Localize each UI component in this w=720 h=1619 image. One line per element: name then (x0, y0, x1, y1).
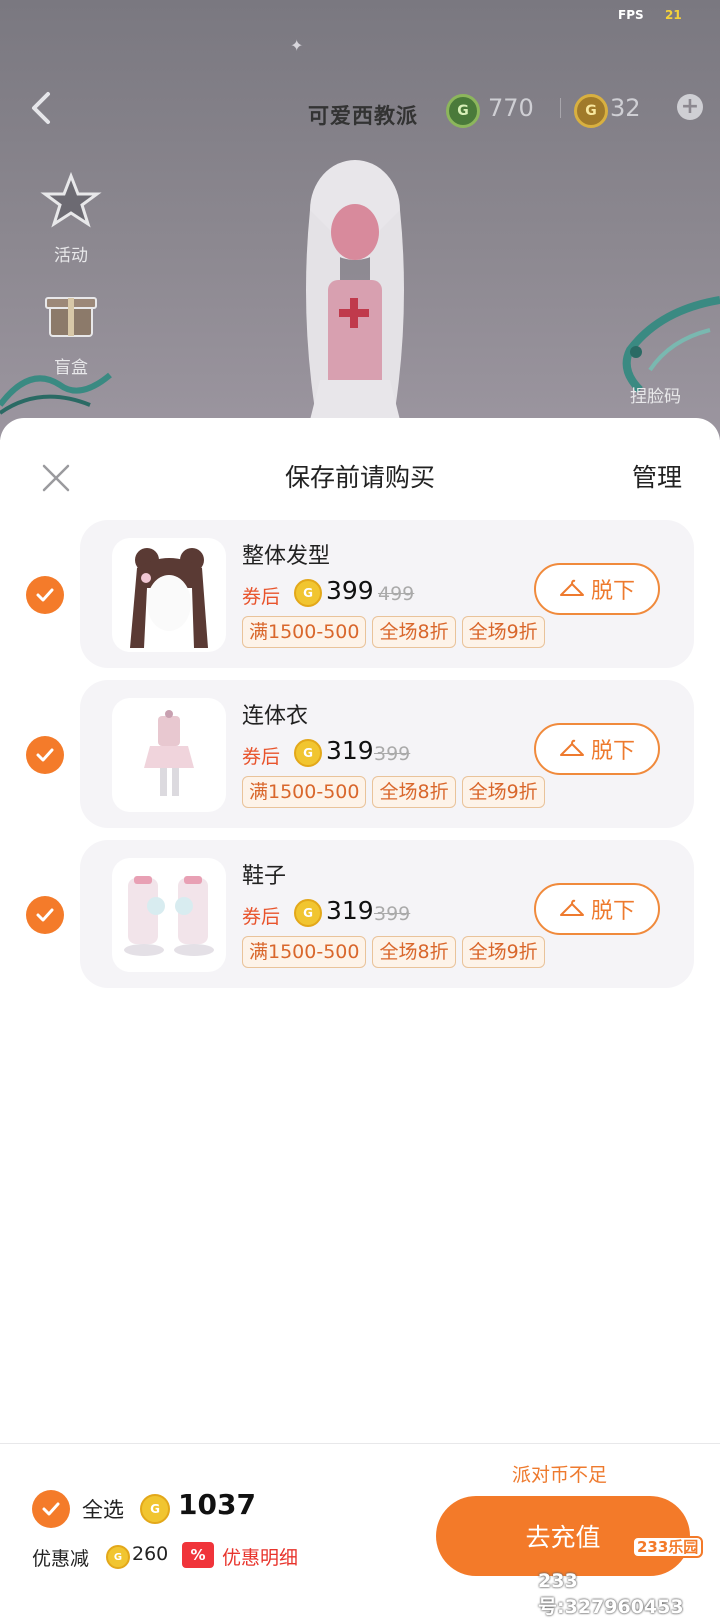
jumpsuit-image (144, 710, 194, 796)
percent-badge-icon: % (182, 1542, 214, 1568)
item-checkbox[interactable] (26, 896, 64, 934)
sparkle-icon: ✦ (290, 36, 304, 55)
manage-button[interactable]: 管理 (632, 458, 682, 494)
gold-currency-amount: 32 (610, 94, 641, 122)
item-thumbnail (112, 698, 226, 812)
discount-tag: 满1500-500 (242, 616, 367, 648)
checkmark-icon (36, 748, 54, 762)
after-coupon-label: 券后 (242, 586, 281, 608)
sheet-title: 保存前请购买 (284, 463, 435, 492)
take-off-button[interactable]: 脱下 (534, 723, 660, 775)
dragon-decoration (0, 372, 112, 415)
discount-tag: 全场8折 (372, 616, 456, 648)
discount-label: 优惠减 (32, 1548, 90, 1570)
take-off-button[interactable]: 脱下 (534, 883, 660, 935)
cart-item: 连体衣 券后 G 319 399 满1500-500 全场8折 全场9折 脱下 (0, 680, 720, 828)
fps-value: 21 (665, 8, 682, 22)
star-icon (40, 171, 102, 228)
after-coupon-label: 券后 (242, 746, 281, 768)
game-scene: FPS 21 ✦ 可爱西教派 G 770 G 32 + 活动 盲盒 捏脸码 (0, 0, 720, 440)
coin-icon: G (106, 1545, 130, 1569)
checkout-bar: 派对币不足 全选 G 1037 优惠减 G 260 % 优惠明细 去充值 233… (0, 1443, 720, 1618)
item-name: 连体衣 (242, 704, 309, 729)
discount-tags: 满1500-500 全场8折 全场9折 (242, 616, 545, 648)
cart-item: 整体发型 券后 G 399 499 满1500-500 全场8折 全场9折 脱下 (0, 520, 720, 668)
player-name: 可爱西教派 (308, 104, 418, 128)
coin-icon: G (140, 1494, 170, 1524)
item-card: 鞋子 券后 G 319 399 满1500-500 全场8折 全场9折 脱下 (80, 840, 694, 988)
item-thumbnail (112, 858, 226, 972)
item-price: 319 (326, 896, 374, 925)
take-off-button[interactable]: 脱下 (534, 563, 660, 615)
hanger-icon (559, 739, 584, 756)
hanger-icon (559, 579, 584, 596)
item-thumbnail (112, 538, 226, 652)
total-price: 1037 (178, 1488, 256, 1521)
discount-tag: 全场9折 (461, 776, 545, 808)
insufficient-coins-notice: 派对币不足 (512, 1464, 608, 1486)
watermark-logo: 233乐园 (632, 1536, 704, 1558)
discount-tag: 满1500-500 (242, 776, 367, 808)
item-card: 连体衣 券后 G 319 399 满1500-500 全场8折 全场9折 脱下 (80, 680, 694, 828)
hair-image (130, 548, 208, 648)
watermark-id: 233号:327960453 (538, 1570, 684, 1618)
coin-icon: G (294, 899, 322, 927)
take-off-label: 脱下 (590, 579, 635, 604)
gold-coin-icon: G (574, 94, 608, 128)
pinch-face-label: 捏脸码 (630, 387, 681, 407)
discount-detail-link[interactable]: 优惠明细 (222, 1543, 298, 1570)
purchase-sheet: 保存前请购买 管理 整体发型 券后 G 399 499 满1500-500 全场… (0, 418, 720, 1600)
add-currency-button[interactable]: + (677, 94, 703, 120)
take-off-label: 脱下 (590, 739, 635, 764)
gift-box-icon (45, 297, 97, 337)
item-price: 319 (326, 736, 374, 765)
green-coin-icon: G (446, 94, 480, 128)
coin-icon: G (294, 579, 322, 607)
currency-divider (560, 98, 561, 118)
item-price: 399 (326, 576, 374, 605)
select-all-label[interactable]: 全选 (82, 1494, 124, 1524)
discount-tag: 全场8折 (372, 936, 456, 968)
select-all-checkbox[interactable] (32, 1490, 70, 1528)
discount-tags: 满1500-500 全场8折 全场9折 (242, 776, 545, 808)
hanger-icon (559, 899, 584, 916)
cart-item: 鞋子 券后 G 319 399 满1500-500 全场8折 全场9折 脱下 (0, 840, 720, 988)
back-arrow-icon[interactable] (22, 88, 62, 128)
shoes-image (124, 876, 214, 956)
discount-tag: 全场9折 (461, 936, 545, 968)
activity-button[interactable]: 活动 (38, 170, 104, 266)
take-off-label: 脱下 (590, 899, 635, 924)
green-currency-amount: 770 (488, 94, 534, 122)
fps-label: FPS (618, 8, 644, 22)
checkmark-icon (36, 588, 54, 602)
original-price: 499 (378, 583, 415, 605)
activity-label: 活动 (54, 246, 88, 266)
discount-tag: 全场9折 (461, 616, 545, 648)
character-avatar (305, 160, 405, 440)
after-coupon-label: 券后 (242, 906, 281, 928)
item-card: 整体发型 券后 G 399 499 满1500-500 全场8折 全场9折 脱下 (80, 520, 694, 668)
checkmark-icon (36, 908, 54, 922)
item-name: 鞋子 (242, 864, 287, 889)
original-price: 399 (374, 743, 411, 765)
coin-icon: G (294, 739, 322, 767)
discount-tag: 全场8折 (372, 776, 456, 808)
discount-amount: 260 (132, 1543, 169, 1565)
original-price: 399 (374, 903, 411, 925)
item-name: 整体发型 (242, 544, 331, 569)
discount-tag: 满1500-500 (242, 936, 367, 968)
item-checkbox[interactable] (26, 736, 64, 774)
checkmark-icon (42, 1502, 60, 1516)
item-checkbox[interactable] (26, 576, 64, 614)
discount-tags: 满1500-500 全场8折 全场9折 (242, 936, 545, 968)
